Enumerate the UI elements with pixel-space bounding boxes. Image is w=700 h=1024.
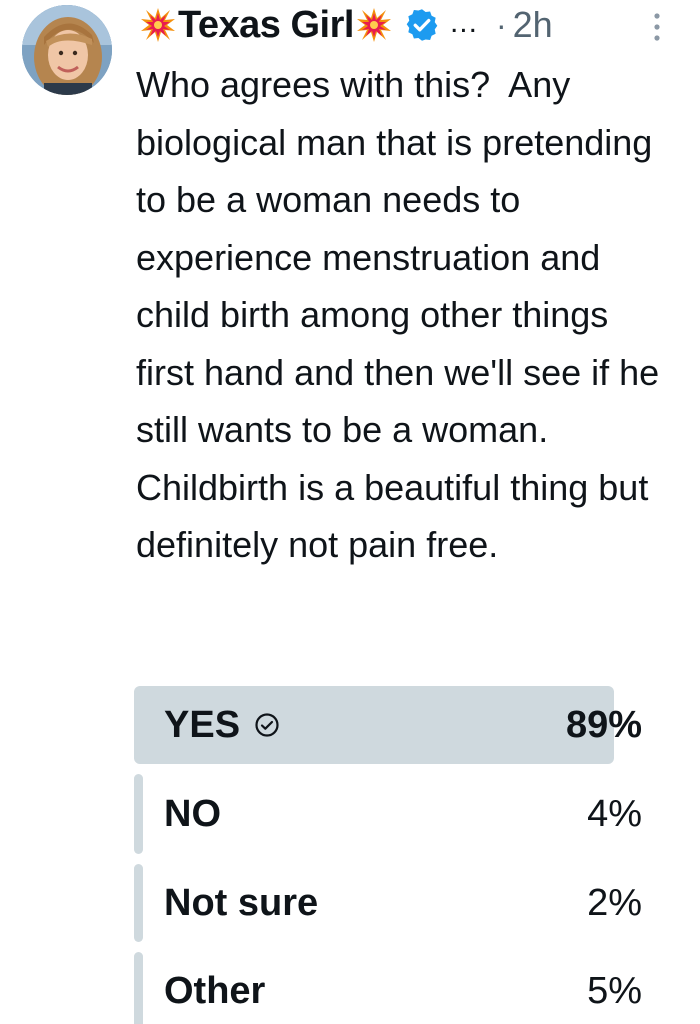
poll-option-label: NO (164, 792, 221, 835)
poll-option-percent: 89% (565, 703, 642, 746)
poll-option: Other 5% (134, 952, 650, 1024)
avatar[interactable] (22, 5, 112, 95)
poll-option-label: YES (164, 703, 241, 746)
collision-icon (141, 8, 175, 42)
poll-option-percent: 2% (587, 881, 642, 924)
tweet-card: Texas Girl ... · 2h Who agrees with this… (0, 0, 700, 1024)
poll-option: Not sure 2% (134, 864, 650, 942)
truncated-handle: ... (449, 6, 478, 39)
author-display-name[interactable]: Texas Girl (178, 4, 354, 47)
more-options-icon[interactable] (652, 12, 662, 42)
poll-option: YES 89% (134, 686, 650, 764)
separator-dot: · (495, 6, 507, 43)
poll-option-label-group: YES (134, 704, 280, 747)
poll-option-label: Not sure (164, 881, 319, 924)
tweet-header: Texas Girl ... · 2h (138, 0, 700, 50)
check-circle-icon (255, 713, 279, 737)
collision-icon (356, 8, 391, 42)
poll-option-percent: 4% (587, 792, 642, 835)
author-name-group[interactable]: Texas Girl (138, 4, 394, 47)
poll-option-percent: 5% (587, 969, 642, 1012)
timestamp[interactable]: 2h (513, 4, 553, 46)
poll-option: NO 4% (134, 774, 650, 854)
poll: YES 89% NO 4% Not sure 2% Other 5% (134, 686, 650, 1024)
poll-option-label: Other (164, 969, 266, 1012)
verified-badge-icon (406, 9, 438, 41)
tweet-text: Who agrees with this? Any biological man… (136, 64, 670, 565)
avatar-image (22, 5, 112, 95)
